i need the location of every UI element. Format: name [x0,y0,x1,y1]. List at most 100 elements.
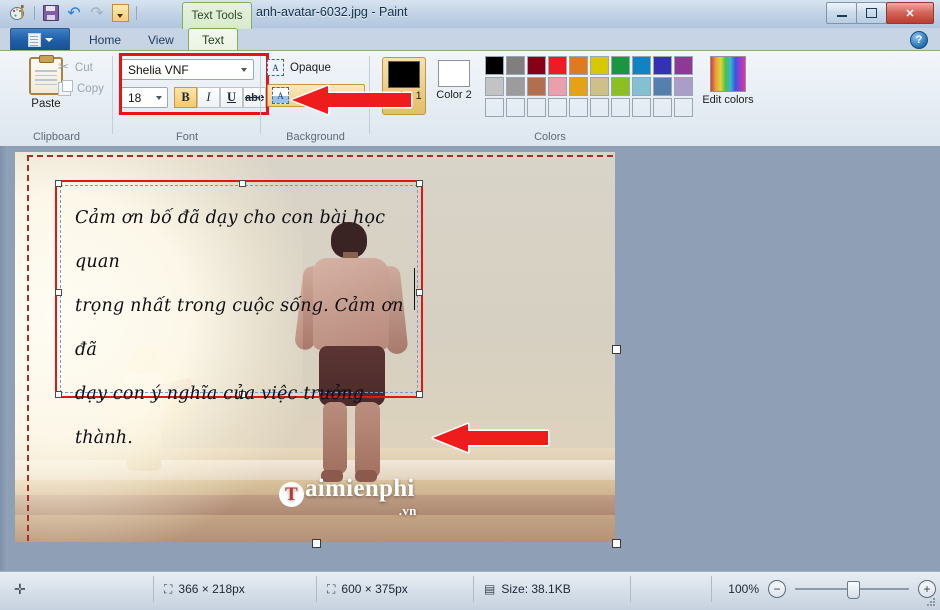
ribbon-group-background: A Opaque A Background [261,51,370,146]
color-2-label: Color 2 [436,89,472,101]
palette-swatch[interactable] [527,77,546,96]
move-cursor-icon: ✛ [14,580,26,597]
zoom-slider[interactable] [795,581,909,599]
paste-label: Paste [31,98,61,110]
edit-colors-icon [710,56,746,92]
palette-swatch[interactable] [485,56,504,75]
text-box[interactable]: Cảm ơn bố đã dạy cho con bài học quan tr… [55,180,423,448]
transparent-icon: A [272,87,289,104]
font-family-combobox[interactable]: Shelia VNF [121,59,254,80]
palette-swatch[interactable] [632,98,651,117]
zoom-in-button[interactable]: + [918,580,936,598]
palette-swatch[interactable] [569,56,588,75]
text-line-1: Cảm ơn bố đã dạy cho con bài học quan [75,208,386,272]
palette-swatch[interactable] [632,56,651,75]
palette-swatch[interactable] [590,77,609,96]
palette-swatch[interactable] [611,98,630,117]
palette-swatch[interactable] [548,56,567,75]
palette-swatch[interactable] [590,98,609,117]
text-handle-mr[interactable] [416,289,423,296]
scissors-icon: ✂ [58,60,69,75]
undo-icon[interactable]: ↶ [64,3,84,23]
color-1-label: Color 1 [386,90,422,102]
palette-swatch[interactable] [653,77,672,96]
copy-button[interactable]: Copy [58,80,104,96]
color-2-swatch [438,60,470,87]
text-handle-tl[interactable] [55,180,62,187]
ribbon-group-font: Shelia VNF 18 B I U abc Font [113,51,269,146]
edit-colors-button[interactable]: Edit colors [700,56,756,106]
tab-view[interactable]: View [135,30,187,50]
color-1-button[interactable]: Color 1 [382,57,426,115]
palette-swatch[interactable] [674,98,693,117]
zoom-slider-thumb[interactable] [847,581,860,599]
palette-swatch[interactable] [653,56,672,75]
palette-swatch[interactable] [590,56,609,75]
close-button[interactable]: ✕ [886,2,934,24]
palette-swatch[interactable] [506,98,525,117]
palette-swatch[interactable] [506,77,525,96]
file-menu-button[interactable] [10,28,70,51]
zoom-out-button[interactable]: − [768,580,786,598]
tab-home[interactable]: Home [76,30,134,50]
selection-size-value: 366 × 218px [178,582,245,596]
opaque-button[interactable]: A Opaque [267,59,331,76]
qat-divider-2 [136,6,137,20]
qat-divider [34,6,35,20]
font-family-value: Shelia VNF [128,62,189,77]
text-handle-bl[interactable] [55,391,62,398]
underline-button[interactable]: U [220,87,243,108]
tab-text-label: Text [202,33,225,47]
customize-qat-icon[interactable] [110,3,130,23]
help-icon[interactable]: ? [910,31,928,49]
title-bar: ↶ ↷ Text Tools anh-avatar-6032.jpg - Pai… [0,0,940,29]
canvas-text-content[interactable]: Cảm ơn bố đã dạy cho con bài học quan tr… [75,196,405,460]
text-handle-tm[interactable] [239,180,246,187]
palette-swatch[interactable] [485,77,504,96]
contextual-tab-text-tools: Text Tools [182,2,252,29]
resize-grip-icon[interactable] [927,598,937,608]
minimize-button[interactable] [826,2,857,24]
palette-swatch[interactable] [653,98,672,117]
palette-swatch[interactable] [548,77,567,96]
canvas-handle-bottom[interactable] [312,539,321,548]
font-size-combobox[interactable]: 18 [121,87,168,108]
text-handle-ml[interactable] [55,289,62,296]
palette-swatch[interactable] [674,77,693,96]
palette-swatch[interactable] [485,98,504,117]
canvas-handle-right[interactable] [612,345,621,354]
palette-swatch[interactable] [506,56,525,75]
image-canvas[interactable]: Taimienphi .vn Cảm ơn bố đã dạy cho con b… [15,152,615,542]
color-2-button[interactable]: Color 2 [432,57,476,115]
palette-swatch[interactable] [674,56,693,75]
italic-button[interactable]: I [197,87,220,108]
ribbon-group-colors: Color 1 Color 2 Edit colors Colors [370,51,754,146]
save-icon[interactable] [41,3,61,23]
transparent-button[interactable]: A [267,84,365,107]
palette-row-2 [485,77,693,96]
work-area: Taimienphi .vn Cảm ơn bố đã dạy cho con b… [0,146,940,571]
font-size-value: 18 [128,90,142,105]
palette-swatch[interactable] [527,56,546,75]
watermark-text: aimienphi [305,474,415,502]
palette-swatch[interactable] [527,98,546,117]
palette-swatch[interactable] [569,98,588,117]
cut-button[interactable]: ✂ Cut [58,60,93,75]
palette-swatch[interactable] [548,98,567,117]
bold-button[interactable]: B [174,87,197,108]
palette-swatch[interactable] [569,77,588,96]
canvas-handle-bottom-right[interactable] [612,539,621,548]
redo-icon[interactable]: ↷ [87,3,107,23]
maximize-button[interactable] [856,2,887,24]
palette-swatch[interactable] [611,77,630,96]
palette-row-1 [485,56,693,75]
text-handle-br[interactable] [416,391,423,398]
text-handle-tr[interactable] [416,180,423,187]
window-title: anh-avatar-6032.jpg - Paint [256,5,408,19]
contextual-tab-label: Text Tools [191,10,243,22]
file-menu-icon [27,33,41,47]
palette-swatch[interactable] [611,56,630,75]
paint-app-icon[interactable] [8,3,28,23]
palette-swatch[interactable] [632,77,651,96]
tab-text[interactable]: Text [188,28,239,51]
